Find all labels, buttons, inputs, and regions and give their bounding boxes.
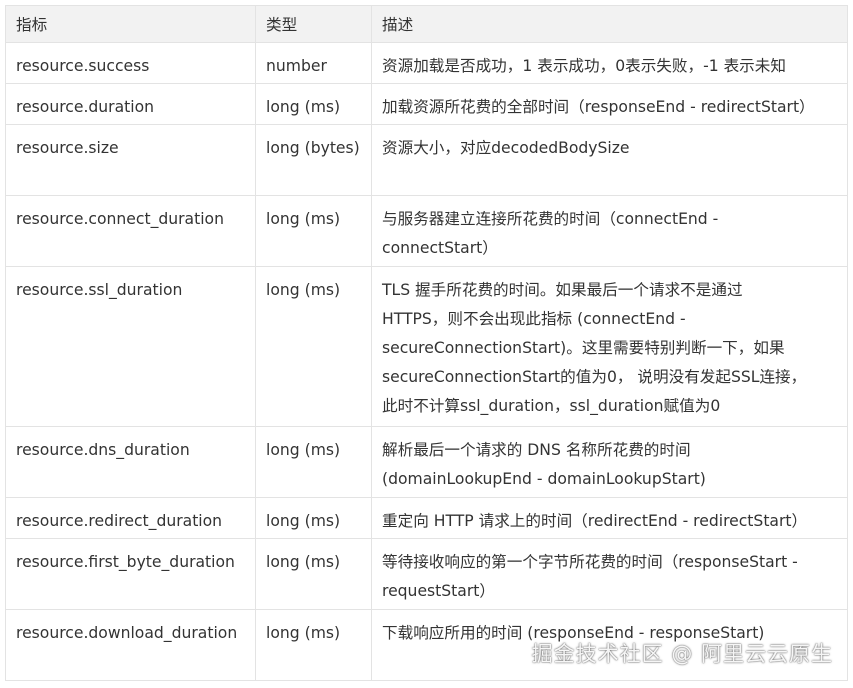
header-description: 描述 [371,5,848,43]
description-line: 重定向 HTTP 请求上的时间（redirectEnd - redirectSt… [382,512,808,530]
cell-metric: resource.dns_duration [5,426,256,498]
cell-metric: resource.size [5,124,256,196]
description-line: secureConnectionStart的值为0， 说明没有发起SSL连接， [382,368,807,386]
description-line: 等待接收响应的第一个字节所花费的时间（responseStart - [382,553,798,571]
cell-type: long (ms) [255,426,372,498]
table-row: resource.redirect_duration long (ms) 重定向 H… [5,497,848,539]
watermark: 掘金技术社区 @ 阿里云云原生 [531,642,833,666]
table-body: resource.success number 资源加载是否成功，1 表示成功，0表… [5,42,848,681]
header-metric: 指标 [5,5,256,43]
cell-type: long (ms) [255,538,372,610]
table-row: resource.dns_duration long (ms) 解析最后一个请求的 … [5,426,848,498]
header-row: 指标 类型 描述 [5,5,848,43]
table-row: resource.size long (bytes) 资源大小，对应decodedB… [5,124,848,196]
cell-type: long (ms) [255,195,372,267]
description-line: requestStart） [382,582,495,600]
table-row: resource.first_byte_duration long (ms) 等待接… [5,538,848,610]
description-line: secureConnectionStart)。这里需要特别判断一下，如果 [382,339,785,357]
description-line: HTTPS，则不会出现此指标 (connectEnd - [382,310,686,328]
description-line: TLS 握手所花费的时间。如果最后一个请求不是通过 [382,281,743,299]
table-row: resource.success number 资源加载是否成功，1 表示成功，0表… [5,42,848,84]
cell-description: 重定向 HTTP 请求上的时间（redirectEnd - redirectSt… [371,497,848,539]
cell-type: long (ms) [255,83,372,125]
description-line: connectStart） [382,239,498,257]
cell-description: 资源大小，对应decodedBodySize [371,124,848,196]
cell-description: 加载资源所花费的全部时间（responseEnd - redirectStart… [371,83,848,125]
description-line: 资源加载是否成功，1 表示成功，0表示失败，-1 表示未知 [382,57,786,75]
metrics-table: 指标 类型 描述 resource.success number 资源加载是否成功，… [5,5,848,681]
description-line: (domainLookupEnd - domainLookupStart) [382,470,706,488]
cell-metric: resource.ssl_duration [5,266,256,427]
table-row: resource.duration long (ms) 加载资源所花费的全部时间（r… [5,83,848,125]
description-line: 此时不计算ssl_duration，ssl_duration赋值为0 [382,397,721,415]
cell-metric: resource.first_byte_duration [5,538,256,610]
description-line: 资源大小，对应decodedBodySize [382,139,630,157]
cell-type: long (ms) [255,609,372,681]
description-line: 加载资源所花费的全部时间（responseEnd - redirectStart… [382,98,815,116]
cell-type: long (bytes) [255,124,372,196]
cell-metric: resource.success [5,42,256,84]
cell-description: 资源加载是否成功，1 表示成功，0表示失败，-1 表示未知 [371,42,848,84]
description-line: 解析最后一个请求的 DNS 名称所花费的时间 [382,441,691,459]
cell-metric: resource.download_duration [5,609,256,681]
cell-description: 解析最后一个请求的 DNS 名称所花费的时间 (domainLookupEnd -… [371,426,848,498]
header-type: 类型 [255,5,372,43]
cell-description: 等待接收响应的第一个字节所花费的时间（responseStart - reques… [371,538,848,610]
cell-type: long (ms) [255,266,372,427]
table-header: 指标 类型 描述 [5,5,848,43]
cell-type: long (ms) [255,497,372,539]
cell-metric: resource.connect_duration [5,195,256,267]
description-line: 与服务器建立连接所花费的时间（connectEnd - [382,210,719,228]
cell-description: TLS 握手所花费的时间。如果最后一个请求不是通过 HTTPS，则不会出现此指标 … [371,266,848,427]
cell-description: 与服务器建立连接所花费的时间（connectEnd - connectStart） [371,195,848,267]
cell-metric: resource.duration [5,83,256,125]
cell-metric: resource.redirect_duration [5,497,256,539]
cell-type: number [255,42,372,84]
table-row: resource.connect_duration long (ms) 与服务器建立… [5,195,848,267]
table-row: resource.ssl_duration long (ms) TLS 握手所花费的… [5,266,848,427]
